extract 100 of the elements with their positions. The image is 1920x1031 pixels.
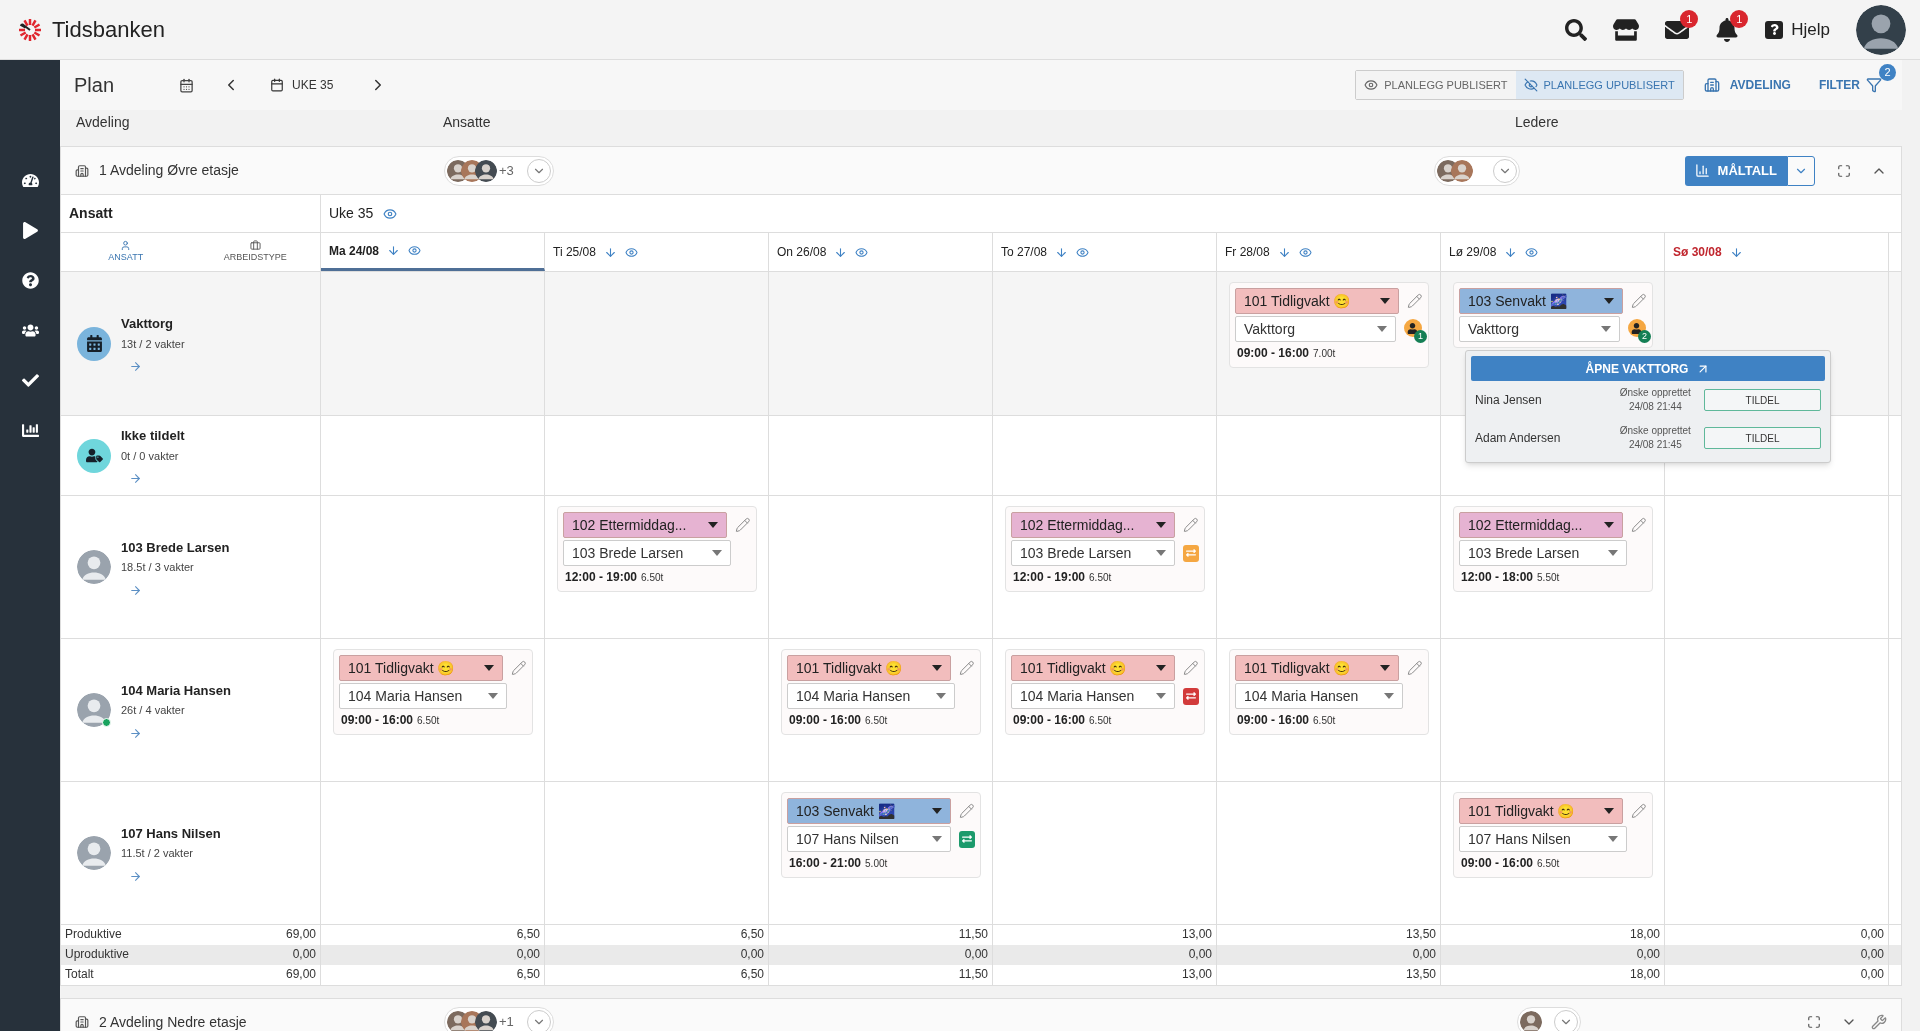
help-icon	[1765, 20, 1784, 39]
edit-icon[interactable]	[1631, 517, 1647, 533]
total-value: 69,00	[285, 966, 316, 983]
arrow-right-icon[interactable]	[129, 472, 142, 485]
fullscreen-icon[interactable]	[1807, 1015, 1821, 1029]
swap-icon[interactable]	[1182, 687, 1199, 705]
bell-icon[interactable]	[1715, 17, 1740, 42]
assignee-dropdown[interactable]: Vakttorg	[1235, 316, 1396, 342]
avatar-group[interactable]	[1434, 155, 1520, 186]
edit-icon[interactable]	[1631, 803, 1647, 819]
sort-arrow-icon[interactable]	[387, 244, 401, 257]
sort-arrow-icon[interactable]	[1055, 245, 1069, 259]
sort-arrow-icon[interactable]	[834, 245, 848, 259]
store-icon[interactable]	[1613, 16, 1640, 43]
shift-type-dropdown[interactable]: 101 Tidligvakt 😊	[1459, 798, 1624, 824]
column-label: Ansatte	[443, 112, 492, 132]
eye-icon[interactable]	[1525, 245, 1539, 259]
edit-icon[interactable]	[959, 660, 975, 676]
person-icon[interactable]	[1627, 319, 1646, 337]
shift-type-dropdown[interactable]: 101 Tidligvakt 😊	[787, 655, 952, 681]
fullscreen-icon[interactable]	[1837, 163, 1851, 178]
caret-icon	[1384, 693, 1394, 699]
shift-type-dropdown[interactable]: 102 Ettermiddag...	[1459, 512, 1624, 538]
eye-icon[interactable]	[624, 245, 638, 259]
person-icon[interactable]	[1403, 319, 1422, 337]
edit-icon[interactable]	[1407, 293, 1423, 309]
caret-icon	[1380, 665, 1391, 671]
day-header[interactable]: On 26/08	[769, 233, 993, 271]
eye-icon[interactable]	[408, 244, 422, 257]
assignee-dropdown[interactable]: 107 Hans Nilsen	[787, 826, 951, 852]
day-header[interactable]: Sø 30/08	[1665, 233, 1889, 271]
building-icon	[75, 1015, 89, 1029]
shift-time: 12:00 - 19:00	[565, 569, 638, 586]
edit-icon[interactable]	[1183, 660, 1199, 676]
assignee-dropdown[interactable]: Vakttorg	[1459, 316, 1620, 342]
shift-type-dropdown[interactable]: 101 Tidligvakt 😊	[1235, 655, 1400, 681]
edit-icon[interactable]	[1183, 517, 1199, 533]
eye-icon[interactable]	[383, 206, 398, 221]
sort-arrow-icon[interactable]	[1729, 245, 1743, 259]
shift-type-dropdown[interactable]: 101 Tidligvakt 😊	[1011, 655, 1176, 681]
avatar-group[interactable]: +1	[444, 1007, 554, 1031]
request-name: Adam Andersen	[1475, 430, 1562, 447]
day-header[interactable]: To 27/08	[993, 233, 1217, 271]
plan-mode-tab[interactable]: PLANLEGG UPUBLISERT	[1515, 71, 1683, 99]
sort-arrow-icon[interactable]	[603, 245, 617, 259]
sort-tab[interactable]: ANSATT	[61, 233, 191, 271]
avatar-group[interactable]	[1517, 1007, 1581, 1031]
shift-type-dropdown[interactable]: 103 Senvakt 🌌	[1459, 288, 1624, 314]
department-button[interactable]: AVDELING	[1703, 76, 1791, 94]
day-header[interactable]: Fr 28/08	[1217, 233, 1441, 271]
calendar-icon[interactable]	[179, 77, 194, 93]
edit-icon[interactable]	[735, 517, 751, 533]
week-picker[interactable]: UKE 35	[270, 76, 334, 94]
assign-button[interactable]: TILDEL	[1704, 389, 1821, 411]
shift-type-dropdown[interactable]: 102 Ettermiddag...	[563, 512, 728, 538]
shift-hours: 6.50t	[641, 571, 664, 585]
edit-icon[interactable]	[511, 660, 527, 676]
day-header[interactable]: Ti 25/08	[545, 233, 769, 271]
edit-icon[interactable]	[1407, 660, 1423, 676]
shift-type-dropdown[interactable]: 101 Tidligvakt 😊	[339, 655, 504, 681]
more-count: +1	[499, 1013, 514, 1031]
arrow-right-icon[interactable]	[129, 583, 142, 597]
kpi-dropdown[interactable]	[1787, 155, 1815, 186]
caret-icon	[484, 665, 495, 671]
search-icon[interactable]	[1565, 18, 1588, 41]
shift-hours: 6.50t	[1089, 571, 1112, 585]
swap-icon[interactable]	[958, 830, 975, 848]
assignee-dropdown[interactable]: 104 Maria Hansen	[1235, 683, 1403, 709]
edit-icon[interactable]	[1631, 293, 1647, 309]
sort-arrow-icon[interactable]	[1504, 245, 1518, 259]
assignee-dropdown[interactable]: 103 Brede Larsen	[563, 540, 731, 566]
day-header[interactable]: Lø 29/08	[1441, 233, 1665, 271]
shift-type-dropdown[interactable]: 102 Ettermiddag...	[1011, 512, 1176, 538]
caret-icon	[931, 836, 942, 842]
open-vakttorg-button[interactable]: ÅPNE VAKTTORG	[1471, 356, 1825, 381]
sort-arrow-icon[interactable]	[1277, 245, 1291, 259]
avatar-group[interactable]: +3	[444, 155, 554, 186]
arrow-right-icon[interactable]	[129, 726, 142, 740]
assignee-dropdown[interactable]: 107 Hans Nilsen	[1459, 826, 1627, 852]
eye-icon[interactable]	[1076, 245, 1090, 259]
shift-type-dropdown[interactable]: 103 Senvakt 🌌	[787, 798, 952, 824]
user-avatar	[1856, 4, 1906, 55]
wrench-icon[interactable]	[1871, 1014, 1887, 1030]
eye-icon[interactable]	[855, 245, 869, 259]
assignee-dropdown[interactable]: 103 Brede Larsen	[1459, 540, 1627, 566]
arrow-right-icon[interactable]	[129, 869, 142, 883]
request-label: Ønske opprettet	[1619, 424, 1691, 438]
help-button[interactable]: Hjelp	[1765, 16, 1830, 43]
assignee-dropdown[interactable]: 104 Maria Hansen	[1011, 683, 1175, 709]
assignee-dropdown[interactable]: 104 Maria Hansen	[339, 683, 507, 709]
kpi-button[interactable]: MÅLTALL	[1684, 155, 1787, 186]
shift-type-dropdown[interactable]: 101 Tidligvakt 😊	[1235, 288, 1400, 314]
eye-icon[interactable]	[1298, 245, 1312, 259]
assignee-dropdown[interactable]: 103 Brede Larsen	[1011, 540, 1175, 566]
sort-tab[interactable]: ARBEIDSTYPE	[190, 233, 320, 271]
arrow-right-icon[interactable]	[129, 360, 142, 373]
assign-button[interactable]: TILDEL	[1704, 427, 1821, 449]
edit-icon[interactable]	[959, 803, 975, 819]
caret-icon	[708, 522, 719, 528]
assignee-dropdown[interactable]: 104 Maria Hansen	[787, 683, 955, 709]
